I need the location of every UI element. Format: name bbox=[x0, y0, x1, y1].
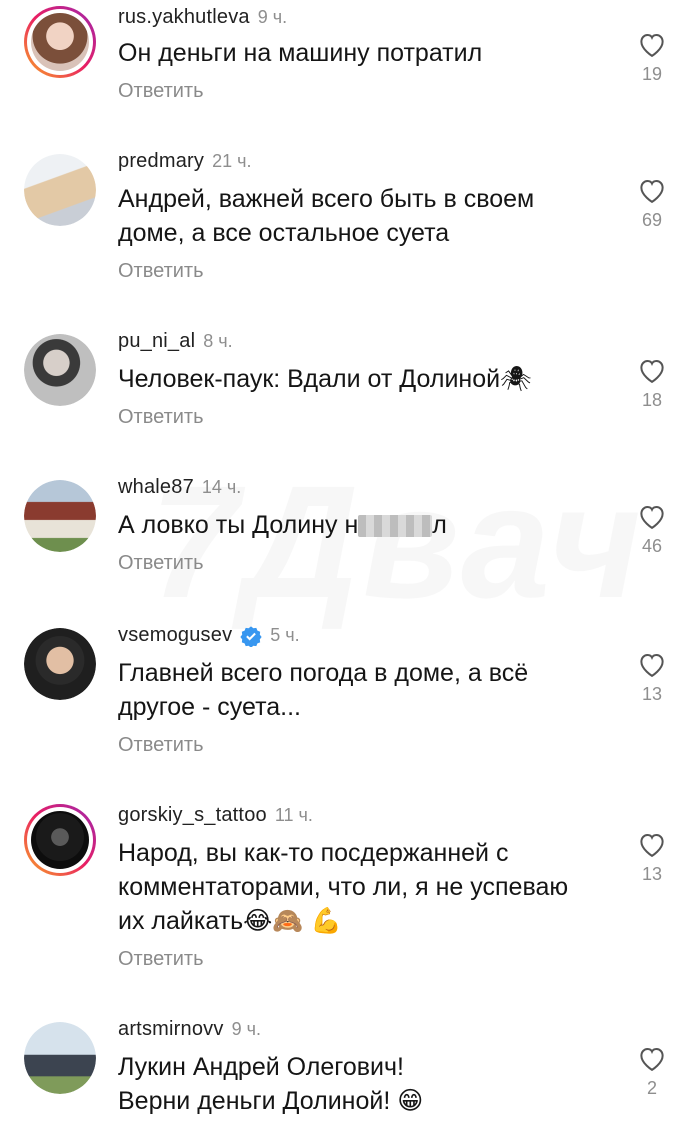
heart-icon[interactable] bbox=[637, 830, 667, 858]
reply-button[interactable]: Ответить bbox=[118, 948, 204, 971]
heart-icon[interactable] bbox=[637, 30, 667, 58]
reply-button[interactable]: Ответить bbox=[118, 552, 204, 575]
avatar[interactable] bbox=[24, 628, 96, 700]
like-control[interactable]: 19 bbox=[632, 30, 672, 85]
comment-text: Главней всего погода в доме, а всё друго… bbox=[118, 659, 529, 721]
verified-badge-icon bbox=[240, 625, 262, 647]
heart-icon[interactable] bbox=[637, 176, 667, 204]
username[interactable]: rus.yakhutleva bbox=[118, 6, 250, 29]
username[interactable]: vsemogusev bbox=[118, 624, 232, 647]
heart-icon[interactable] bbox=[637, 1044, 667, 1072]
reply-button[interactable]: Ответить bbox=[118, 260, 204, 283]
username[interactable]: predmary bbox=[118, 150, 204, 173]
comment-text: А ловко ты Долину нл bbox=[118, 511, 447, 539]
comment-text: Народ, вы как-то посдержанней с коммента… bbox=[118, 839, 569, 935]
avatar[interactable] bbox=[24, 154, 96, 226]
timestamp: 11 ч. bbox=[274, 805, 313, 825]
comment-text: Человек-паук: Вдали от Долиной🕷 bbox=[118, 365, 532, 393]
heart-icon[interactable] bbox=[637, 502, 667, 530]
like-count: 13 bbox=[641, 684, 663, 704]
username[interactable]: pu_ni_al bbox=[118, 330, 195, 353]
timestamp: 9 ч. bbox=[231, 1019, 261, 1039]
timestamp: 8 ч. bbox=[203, 331, 233, 351]
like-count: 19 bbox=[641, 64, 663, 84]
avatar[interactable] bbox=[24, 1022, 96, 1094]
reply-button[interactable]: Ответить bbox=[118, 734, 204, 757]
username[interactable]: artsmirnovv bbox=[118, 1018, 224, 1041]
like-control[interactable]: 18 bbox=[632, 356, 672, 411]
username[interactable]: whale87 bbox=[118, 476, 194, 499]
like-count: 18 bbox=[641, 390, 663, 410]
like-control[interactable]: 13 bbox=[632, 830, 672, 885]
comment-text: Он деньги на машину потратил bbox=[118, 39, 483, 67]
censored-word bbox=[358, 515, 433, 538]
timestamp: 5 ч. bbox=[270, 625, 300, 645]
like-count: 69 bbox=[641, 210, 663, 230]
heart-icon[interactable] bbox=[637, 356, 667, 384]
avatar[interactable] bbox=[24, 6, 96, 78]
avatar[interactable] bbox=[24, 480, 96, 552]
avatar[interactable] bbox=[24, 334, 96, 406]
reply-button[interactable]: Ответить bbox=[118, 80, 204, 103]
like-control[interactable]: 46 bbox=[632, 502, 672, 557]
comment-text: Андрей, важней всего быть в своем доме, … bbox=[118, 185, 535, 247]
comment-text: Лукин Андрей Олегович! Верни деньги Доли… bbox=[118, 1053, 424, 1115]
timestamp: 14 ч. bbox=[201, 477, 242, 497]
like-count: 2 bbox=[646, 1078, 657, 1098]
username[interactable]: gorskiy_s_tattoo bbox=[118, 804, 267, 827]
timestamp: 21 ч. bbox=[212, 151, 252, 171]
like-control[interactable]: 2 bbox=[632, 1044, 672, 1099]
timestamp: 9 ч. bbox=[257, 7, 288, 27]
like-control[interactable]: 69 bbox=[632, 176, 672, 231]
heart-icon[interactable] bbox=[637, 650, 667, 678]
like-count: 13 bbox=[641, 864, 663, 884]
like-control[interactable]: 13 bbox=[632, 650, 672, 705]
reply-button[interactable]: Ответить bbox=[118, 406, 204, 429]
like-count: 46 bbox=[641, 536, 663, 556]
avatar[interactable] bbox=[24, 804, 96, 876]
